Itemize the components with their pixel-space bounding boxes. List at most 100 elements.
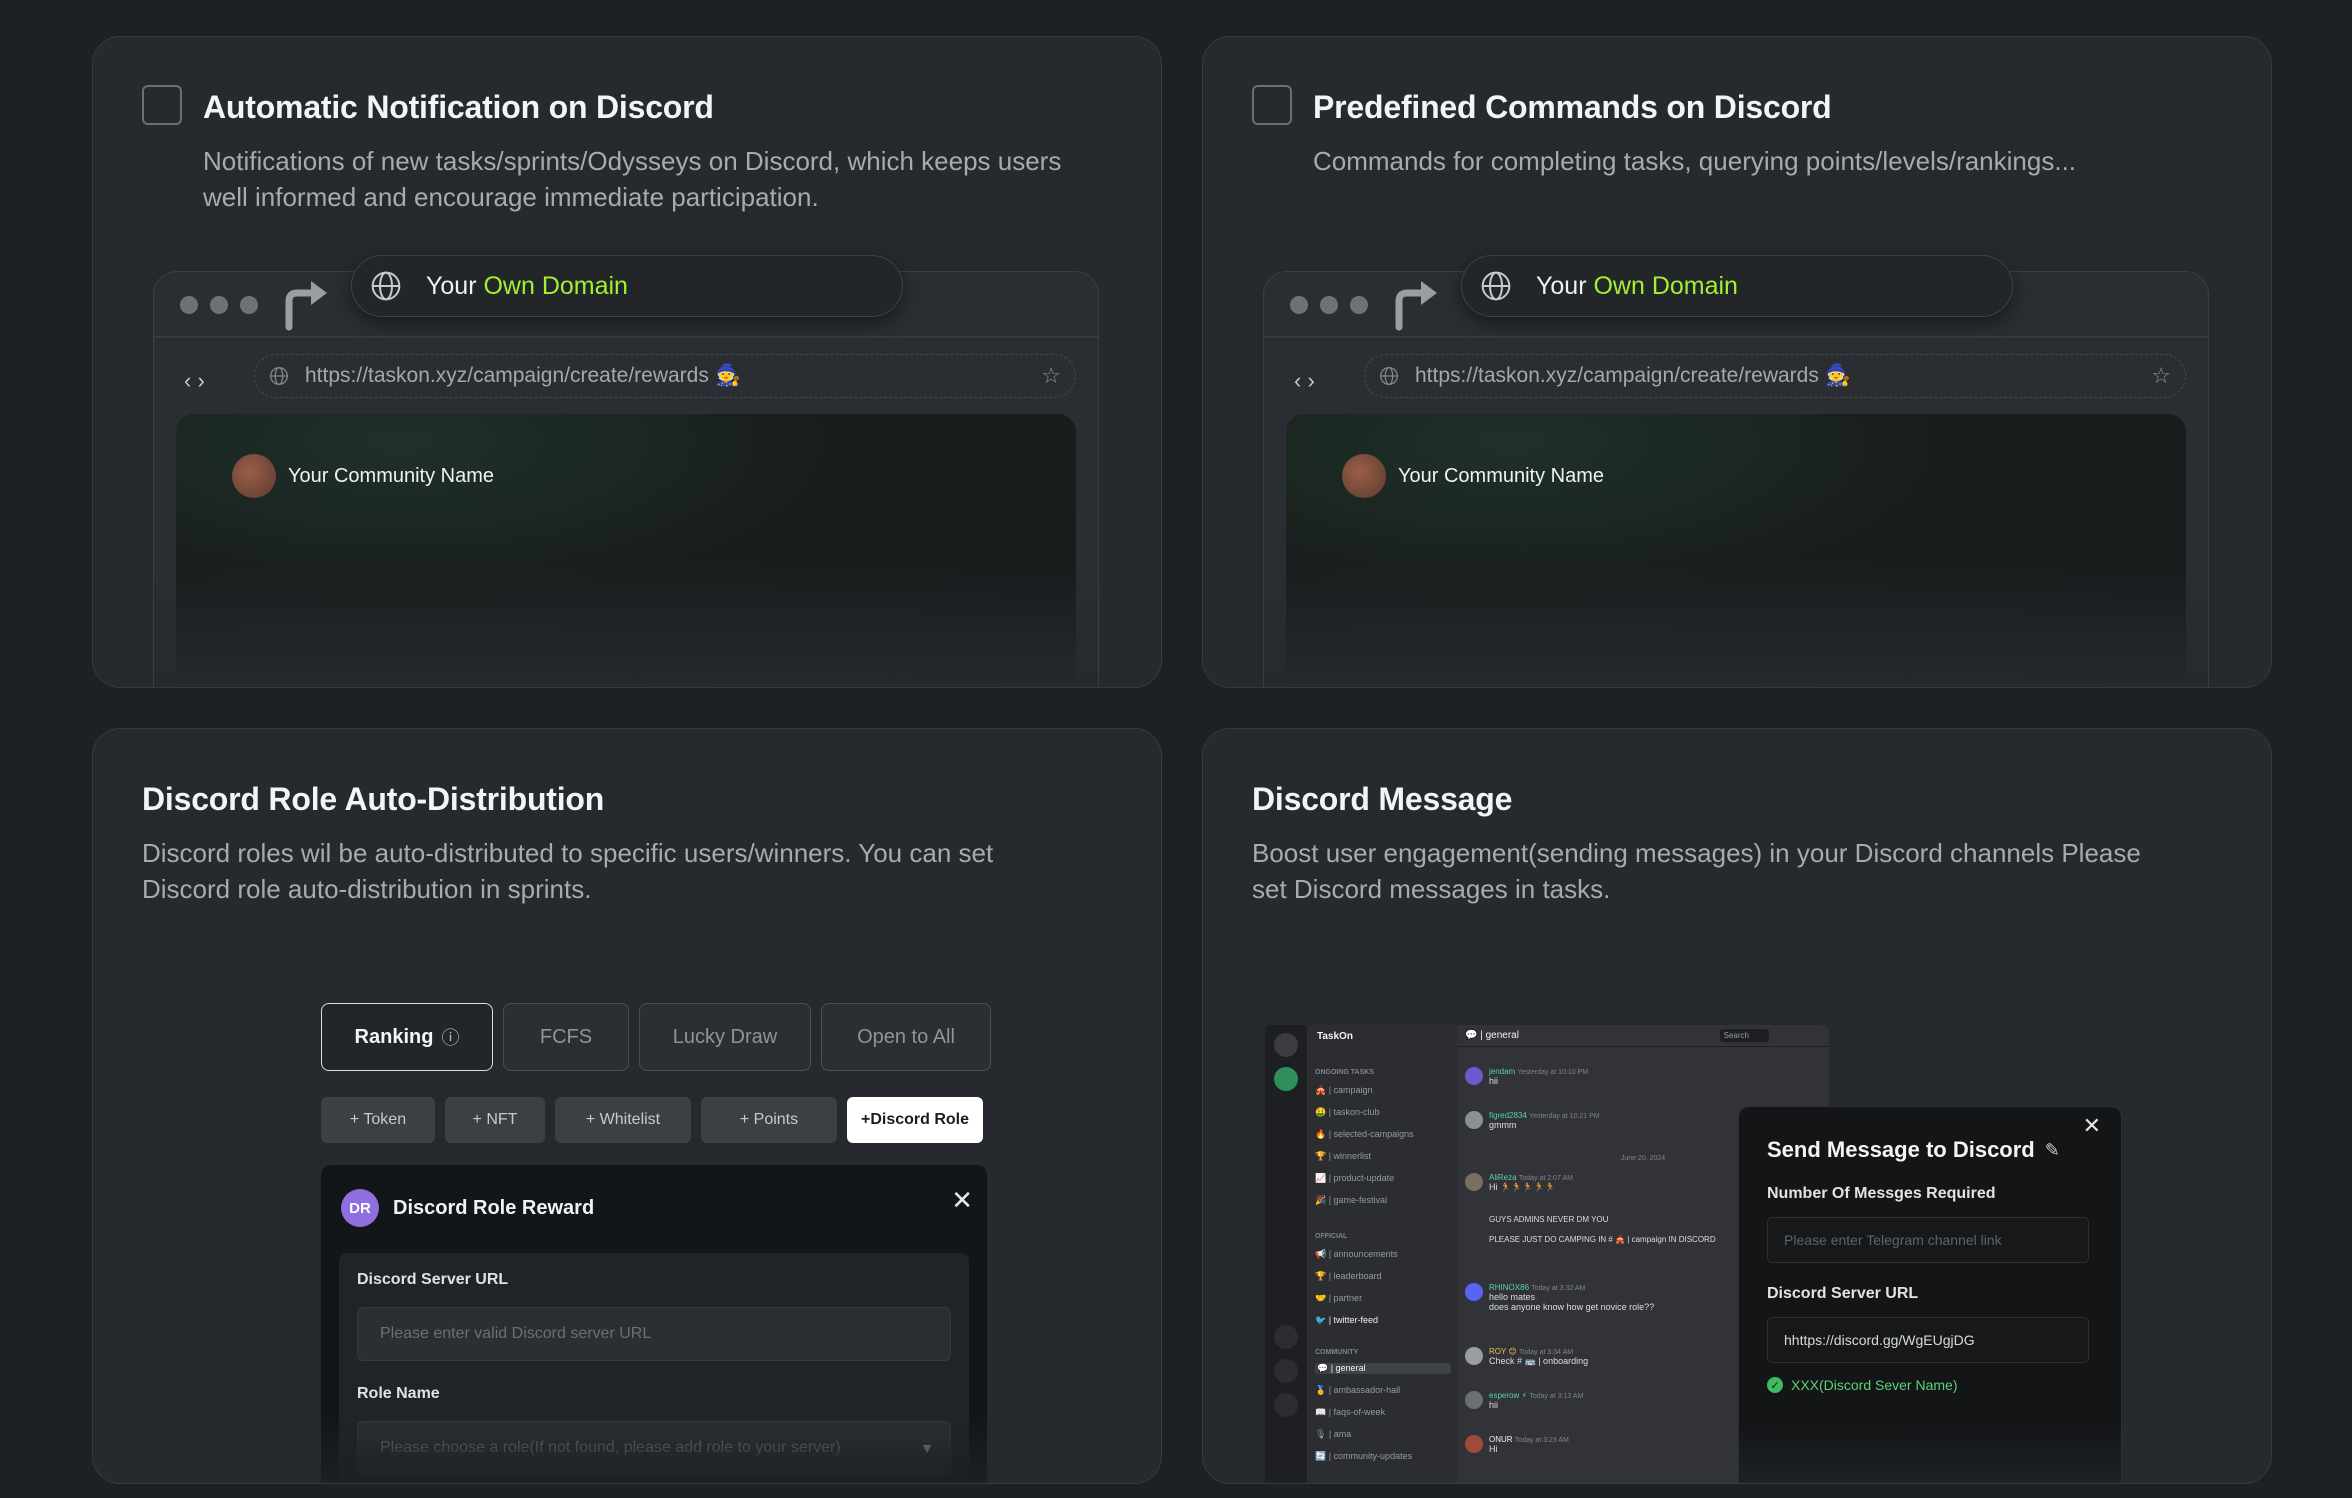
- channel-item[interactable]: 🤝 | partner: [1315, 1293, 1362, 1304]
- card-automatic-notification: Automatic Notification on Discord Notifi…: [92, 36, 1162, 688]
- channel-item[interactable]: 🐦 | twitter-feed: [1315, 1315, 1378, 1326]
- message-count-input[interactable]: Please enter Telegram channel link: [1767, 1217, 2089, 1263]
- nav-arrows-icon[interactable]: ‹ ›: [184, 368, 205, 394]
- globe-icon: [371, 271, 401, 301]
- role-form: Discord Server URL Please enter valid Di…: [339, 1253, 969, 1483]
- message: jendam Yesterday at 10:10 PM hii: [1465, 1067, 1588, 1086]
- url-text: https://taskon.xyz/campaign/create/rewar…: [1415, 364, 1851, 387]
- own-domain-pill: Your Own Domain: [351, 255, 903, 317]
- url-bar[interactable]: https://taskon.xyz/campaign/create/rewar…: [254, 354, 1076, 398]
- globe-icon: [1481, 271, 1511, 301]
- edit-icon[interactable]: ✎: [2045, 1140, 2060, 1161]
- channel-item[interactable]: 🎙 | ama: [1315, 1429, 1351, 1440]
- role-name-select[interactable]: Please choose a role(If not found, pleas…: [357, 1421, 951, 1475]
- add-token-button[interactable]: + Token: [321, 1097, 435, 1143]
- message-line: GUYS ADMINS NEVER DM YOU: [1489, 1215, 1609, 1224]
- server-url-input[interactable]: Please enter valid Discord server URL: [357, 1307, 951, 1361]
- add-points-button[interactable]: + Points: [701, 1097, 837, 1143]
- message-line: PLEASE JUST DO CAMPING IN # 🎪 | campaign…: [1489, 1235, 1716, 1244]
- url-text: https://taskon.xyz/campaign/create/rewar…: [305, 364, 741, 387]
- page-preview: Your Community Name: [176, 414, 1076, 687]
- commands-checkbox[interactable]: [1252, 85, 1292, 125]
- tab-open-to-all[interactable]: Open to All: [821, 1003, 991, 1071]
- add-server-icon[interactable]: [1274, 1325, 1298, 1349]
- browser-mockup: ‹ › https://taskon.xyz/campaign/create/r…: [1263, 271, 2209, 687]
- channel-item[interactable]: 📢 | announcements: [1315, 1249, 1398, 1260]
- category-label: COMMUNITY: [1315, 1349, 1359, 1356]
- card-predefined-commands: Predefined Commands on Discord Commands …: [1202, 36, 2272, 688]
- info-icon: ⓘ: [441, 1028, 460, 1048]
- add-whitelist-button[interactable]: + Whitelist: [555, 1097, 691, 1143]
- channel-item[interactable]: 🎉 | game-festival: [1315, 1195, 1387, 1206]
- card-description: Notifications of new tasks/sprints/Odyss…: [203, 146, 1062, 212]
- download-icon[interactable]: [1274, 1393, 1298, 1417]
- close-icon[interactable]: ✕: [951, 1185, 973, 1216]
- card-description: Commands for completing tasks, querying …: [1313, 146, 2077, 176]
- channel-item[interactable]: 🤑 | taskon-club: [1315, 1107, 1380, 1118]
- avatar: [1465, 1347, 1483, 1365]
- card-title: Predefined Commands on Discord: [1313, 89, 1832, 125]
- close-icon[interactable]: ✕: [2083, 1113, 2101, 1139]
- verified-server: ✓ XXX(Discord Sever Name): [1767, 1377, 1958, 1393]
- message: ONUR Today at 3:23 AM Hi: [1465, 1435, 1569, 1454]
- card-description: Boost user engagement(sending messages) …: [1252, 838, 2141, 904]
- community-header: Your Community Name: [232, 454, 494, 498]
- discord-role-reward-panel: DR Discord Role Reward ✕ Discord Server …: [321, 1165, 987, 1483]
- tab-lucky-draw[interactable]: Lucky Draw: [639, 1003, 811, 1071]
- dr-badge: DR: [341, 1189, 379, 1227]
- channel-title: 💬 | general: [1465, 1030, 1519, 1041]
- search-box[interactable]: Search: [1719, 1029, 1769, 1042]
- globe-icon: [1380, 367, 1398, 385]
- message-count-label: Number Of Messges Required: [1767, 1185, 1996, 1202]
- category-label: ONGOING TASKS: [1315, 1069, 1374, 1076]
- card-discord-message: Discord Message Boost user engagement(se…: [1202, 728, 2272, 1484]
- server-name[interactable]: TaskOn: [1317, 1031, 1353, 1042]
- check-icon: ✓: [1767, 1377, 1783, 1393]
- browser-mockup: ‹ › https://taskon.xyz/campaign/create/r…: [153, 271, 1099, 687]
- chat-header: 💬 | general Search: [1457, 1025, 1829, 1047]
- server-url-label: Discord Server URL: [357, 1271, 509, 1288]
- channel-item[interactable]: 🏅 | ambassador-hall: [1315, 1385, 1400, 1396]
- notification-checkbox[interactable]: [142, 85, 182, 125]
- star-icon[interactable]: ☆: [1041, 363, 1061, 389]
- add-discord-role-button[interactable]: +Discord Role: [847, 1097, 983, 1143]
- server-rail: [1265, 1025, 1307, 1483]
- channel-item[interactable]: 🏆 | winnerlist: [1315, 1151, 1371, 1162]
- community-name: Your Community Name: [1398, 464, 1605, 487]
- avatar: [1465, 1067, 1483, 1085]
- card-role-auto-distribution: Discord Role Auto-Distribution Discord r…: [92, 728, 1162, 1484]
- avatar: [1465, 1173, 1483, 1191]
- category-label: OFFICIAL: [1315, 1233, 1348, 1240]
- server-url-label: Discord Server URL: [1767, 1285, 1919, 1302]
- card-title: Automatic Notification on Discord: [203, 89, 714, 125]
- explore-icon[interactable]: [1274, 1359, 1298, 1383]
- channel-item[interactable]: 🎪 | campaign: [1315, 1085, 1373, 1096]
- channel-item[interactable]: 📖 | faqs-of-week: [1315, 1407, 1385, 1418]
- window-dots: [180, 296, 258, 314]
- message: figred2834 Yesterday at 10:21 PM gmmm: [1465, 1111, 1600, 1130]
- channel-item[interactable]: 📈 | product-update: [1315, 1173, 1394, 1184]
- channel-item[interactable]: 🔥 | selected-campaigns: [1315, 1129, 1414, 1140]
- avatar: [1465, 1391, 1483, 1409]
- add-nft-button[interactable]: + NFT: [445, 1097, 545, 1143]
- channel-item[interactable]: 🔄 | community-updates: [1315, 1451, 1412, 1462]
- card-title: Discord Message: [1252, 781, 1513, 817]
- url-bar[interactable]: https://taskon.xyz/campaign/create/rewar…: [1364, 354, 2186, 398]
- tab-fcfs[interactable]: FCFS: [503, 1003, 629, 1071]
- channel-sidebar: TaskOn ONGOING TASKS 🎪 | campaign 🤑 | ta…: [1307, 1025, 1457, 1483]
- channel-item-selected[interactable]: 💬 | general: [1315, 1363, 1451, 1374]
- nav-arrows-icon[interactable]: ‹ ›: [1294, 368, 1315, 394]
- chevron-down-icon: ▼: [920, 1440, 934, 1456]
- tab-ranking[interactable]: Ranking ⓘ: [321, 1003, 493, 1071]
- server-url-input[interactable]: hhttps://discord.gg/WgEUgjDG: [1767, 1317, 2089, 1363]
- role-name-label: Role Name: [357, 1385, 440, 1402]
- community-avatar: [1342, 454, 1386, 498]
- star-icon[interactable]: ☆: [2151, 363, 2171, 389]
- discord-icon[interactable]: [1274, 1033, 1298, 1057]
- avatar: [1465, 1435, 1483, 1453]
- community-avatar: [232, 454, 276, 498]
- taskon-server-icon[interactable]: [1274, 1067, 1298, 1091]
- globe-icon: [270, 367, 288, 385]
- channel-item[interactable]: 🏆 | leaderboard: [1315, 1271, 1382, 1282]
- modal-title: Send Message to Discord ✎: [1767, 1137, 2060, 1162]
